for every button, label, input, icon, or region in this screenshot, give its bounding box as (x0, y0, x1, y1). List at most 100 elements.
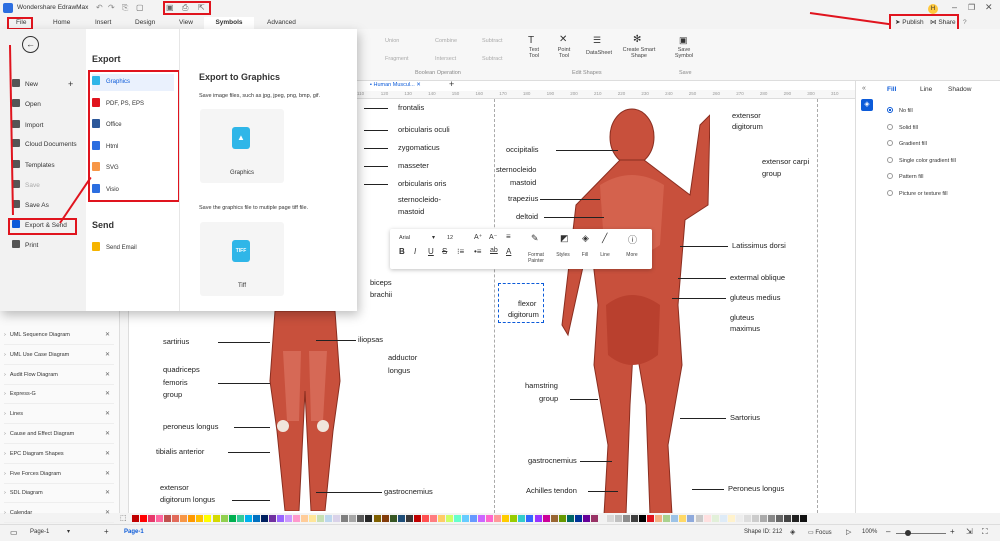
fullscreen-icon[interactable]: ⛶ (982, 527, 988, 537)
file-nav-item[interactable]: New (12, 77, 86, 93)
styles-icon[interactable]: ◩ (560, 233, 569, 244)
color-swatch[interactable] (244, 515, 252, 522)
color-swatch[interactable] (341, 515, 349, 522)
font-color-icon[interactable]: A (506, 247, 511, 256)
fragment-button[interactable]: Fragment (385, 56, 409, 62)
library-expand-icon[interactable]: › (4, 451, 6, 457)
back-icon[interactable]: ← (22, 36, 39, 53)
color-swatch[interactable] (751, 515, 759, 522)
help-icon[interactable]: ? (963, 17, 967, 29)
menu-design[interactable]: Design (135, 17, 155, 29)
color-swatch[interactable] (518, 515, 526, 522)
zoom-slider[interactable] (896, 533, 946, 534)
strikethrough-icon[interactable]: S (442, 247, 447, 256)
shrink-font-icon[interactable]: A⁻ (489, 233, 497, 241)
color-swatch[interactable] (759, 515, 767, 522)
library-expand-icon[interactable]: › (4, 411, 6, 417)
point-tool-button[interactable]: Point Tool (554, 47, 574, 59)
color-swatch[interactable] (220, 515, 228, 522)
fill-icon[interactable]: ◈ (582, 233, 589, 244)
color-swatch[interactable] (574, 515, 582, 522)
color-swatch[interactable] (437, 515, 445, 522)
muscle-label[interactable]: zygomaticus (398, 143, 440, 152)
color-swatch[interactable] (623, 515, 631, 522)
close-library-icon[interactable]: ✕ (105, 326, 110, 345)
color-swatch[interactable] (212, 515, 220, 522)
muscle-label[interactable]: quadriceps (163, 365, 200, 374)
text-wrap-icon[interactable]: ab (490, 247, 498, 254)
more-button[interactable]: More (622, 252, 642, 258)
color-swatch[interactable] (172, 515, 180, 522)
menu-view[interactable]: View (179, 17, 193, 29)
color-swatch[interactable] (639, 515, 647, 522)
color-swatch[interactable] (454, 515, 461, 522)
close-library-icon[interactable]: ✕ (105, 425, 110, 444)
radio-icon[interactable] (887, 123, 893, 130)
color-swatch[interactable] (598, 515, 606, 522)
radio-icon[interactable] (887, 173, 893, 180)
zoom-level[interactable]: 100% (862, 529, 877, 535)
tab-line[interactable]: Line (920, 86, 932, 93)
muscle-label[interactable]: trapezius (508, 194, 538, 203)
muscle-label[interactable]: biceps (370, 278, 392, 287)
color-swatch[interactable] (486, 515, 494, 522)
muscle-label[interactable]: extensor (732, 111, 761, 120)
bold-icon[interactable]: B (399, 247, 405, 256)
add-page-icon[interactable]: + (104, 527, 109, 536)
close-library-icon[interactable]: ✕ (105, 445, 110, 464)
color-swatch[interactable] (268, 515, 276, 522)
muscle-label[interactable]: Latissimus dorsi (732, 241, 786, 250)
color-swatch[interactable] (317, 515, 325, 522)
restore-icon[interactable]: ❐ (968, 3, 975, 12)
fill-option[interactable]: Pattern fill (887, 173, 923, 180)
radio-icon[interactable] (887, 190, 893, 196)
library-item[interactable]: › SDL Diagram ✕ (4, 484, 114, 504)
muscle-label[interactable]: extensor carpi (762, 157, 809, 166)
muscle-label[interactable]: iliopsas (358, 335, 383, 344)
close-library-icon[interactable]: ✕ (105, 385, 110, 404)
fill-option[interactable]: Single color gradient fill (887, 156, 956, 164)
muscle-label[interactable]: tibialis anterior (156, 447, 204, 456)
file-nav-item[interactable]: Templates (12, 158, 86, 174)
muscle-label[interactable]: extermal oblique (730, 273, 785, 282)
color-swatch[interactable] (365, 515, 373, 522)
send-email-item[interactable]: Send Email (92, 240, 174, 257)
text-tool-button[interactable]: Text Tool (524, 47, 544, 59)
undo-icon[interactable]: ↶ (96, 3, 103, 12)
color-swatch[interactable] (397, 515, 405, 522)
muscle-label[interactable]: gastrocnemius (384, 487, 433, 496)
color-swatch[interactable] (671, 515, 679, 522)
line-button[interactable]: Line (596, 252, 614, 258)
avatar[interactable]: H (928, 4, 938, 14)
color-swatch[interactable] (381, 515, 389, 522)
library-item[interactable]: › Cause and Effect Diagram ✕ (4, 425, 114, 444)
color-swatch[interactable] (606, 515, 614, 522)
color-swatch[interactable] (389, 515, 397, 522)
color-swatch[interactable] (703, 515, 711, 522)
color-swatch[interactable] (558, 515, 566, 522)
color-swatch[interactable] (590, 515, 598, 522)
zoom-out-icon[interactable]: – (886, 527, 890, 536)
color-swatch[interactable] (550, 515, 558, 522)
muscle-label[interactable]: femoris (163, 378, 188, 387)
open-icon[interactable]: ▢ (136, 3, 144, 12)
radio-icon[interactable] (887, 156, 893, 163)
fill-option[interactable]: No fill (887, 107, 913, 114)
format-painter-button[interactable]: Format Painter (523, 252, 549, 264)
library-expand-icon[interactable]: › (4, 490, 6, 496)
muscle-label[interactable]: mastoid (510, 178, 536, 187)
color-swatch[interactable] (510, 515, 518, 522)
color-swatch[interactable] (647, 515, 655, 522)
page-layout-icon[interactable]: ▭ (10, 528, 18, 537)
menu-home[interactable]: Home (53, 17, 70, 29)
color-swatch[interactable] (413, 515, 421, 522)
color-swatch[interactable] (566, 515, 574, 522)
format-painter-icon[interactable]: ✎ (531, 233, 539, 244)
muscle-label[interactable]: frontalis (398, 103, 424, 112)
color-swatch[interactable] (767, 515, 775, 522)
muscle-label[interactable]: sternocleido (496, 165, 536, 174)
doc-tab[interactable]: ▪ Human Muscul... ✕ (370, 82, 421, 88)
color-swatch[interactable] (445, 515, 453, 522)
tab-shadow[interactable]: Shadow (948, 86, 972, 93)
underline-icon[interactable]: U (428, 247, 434, 256)
